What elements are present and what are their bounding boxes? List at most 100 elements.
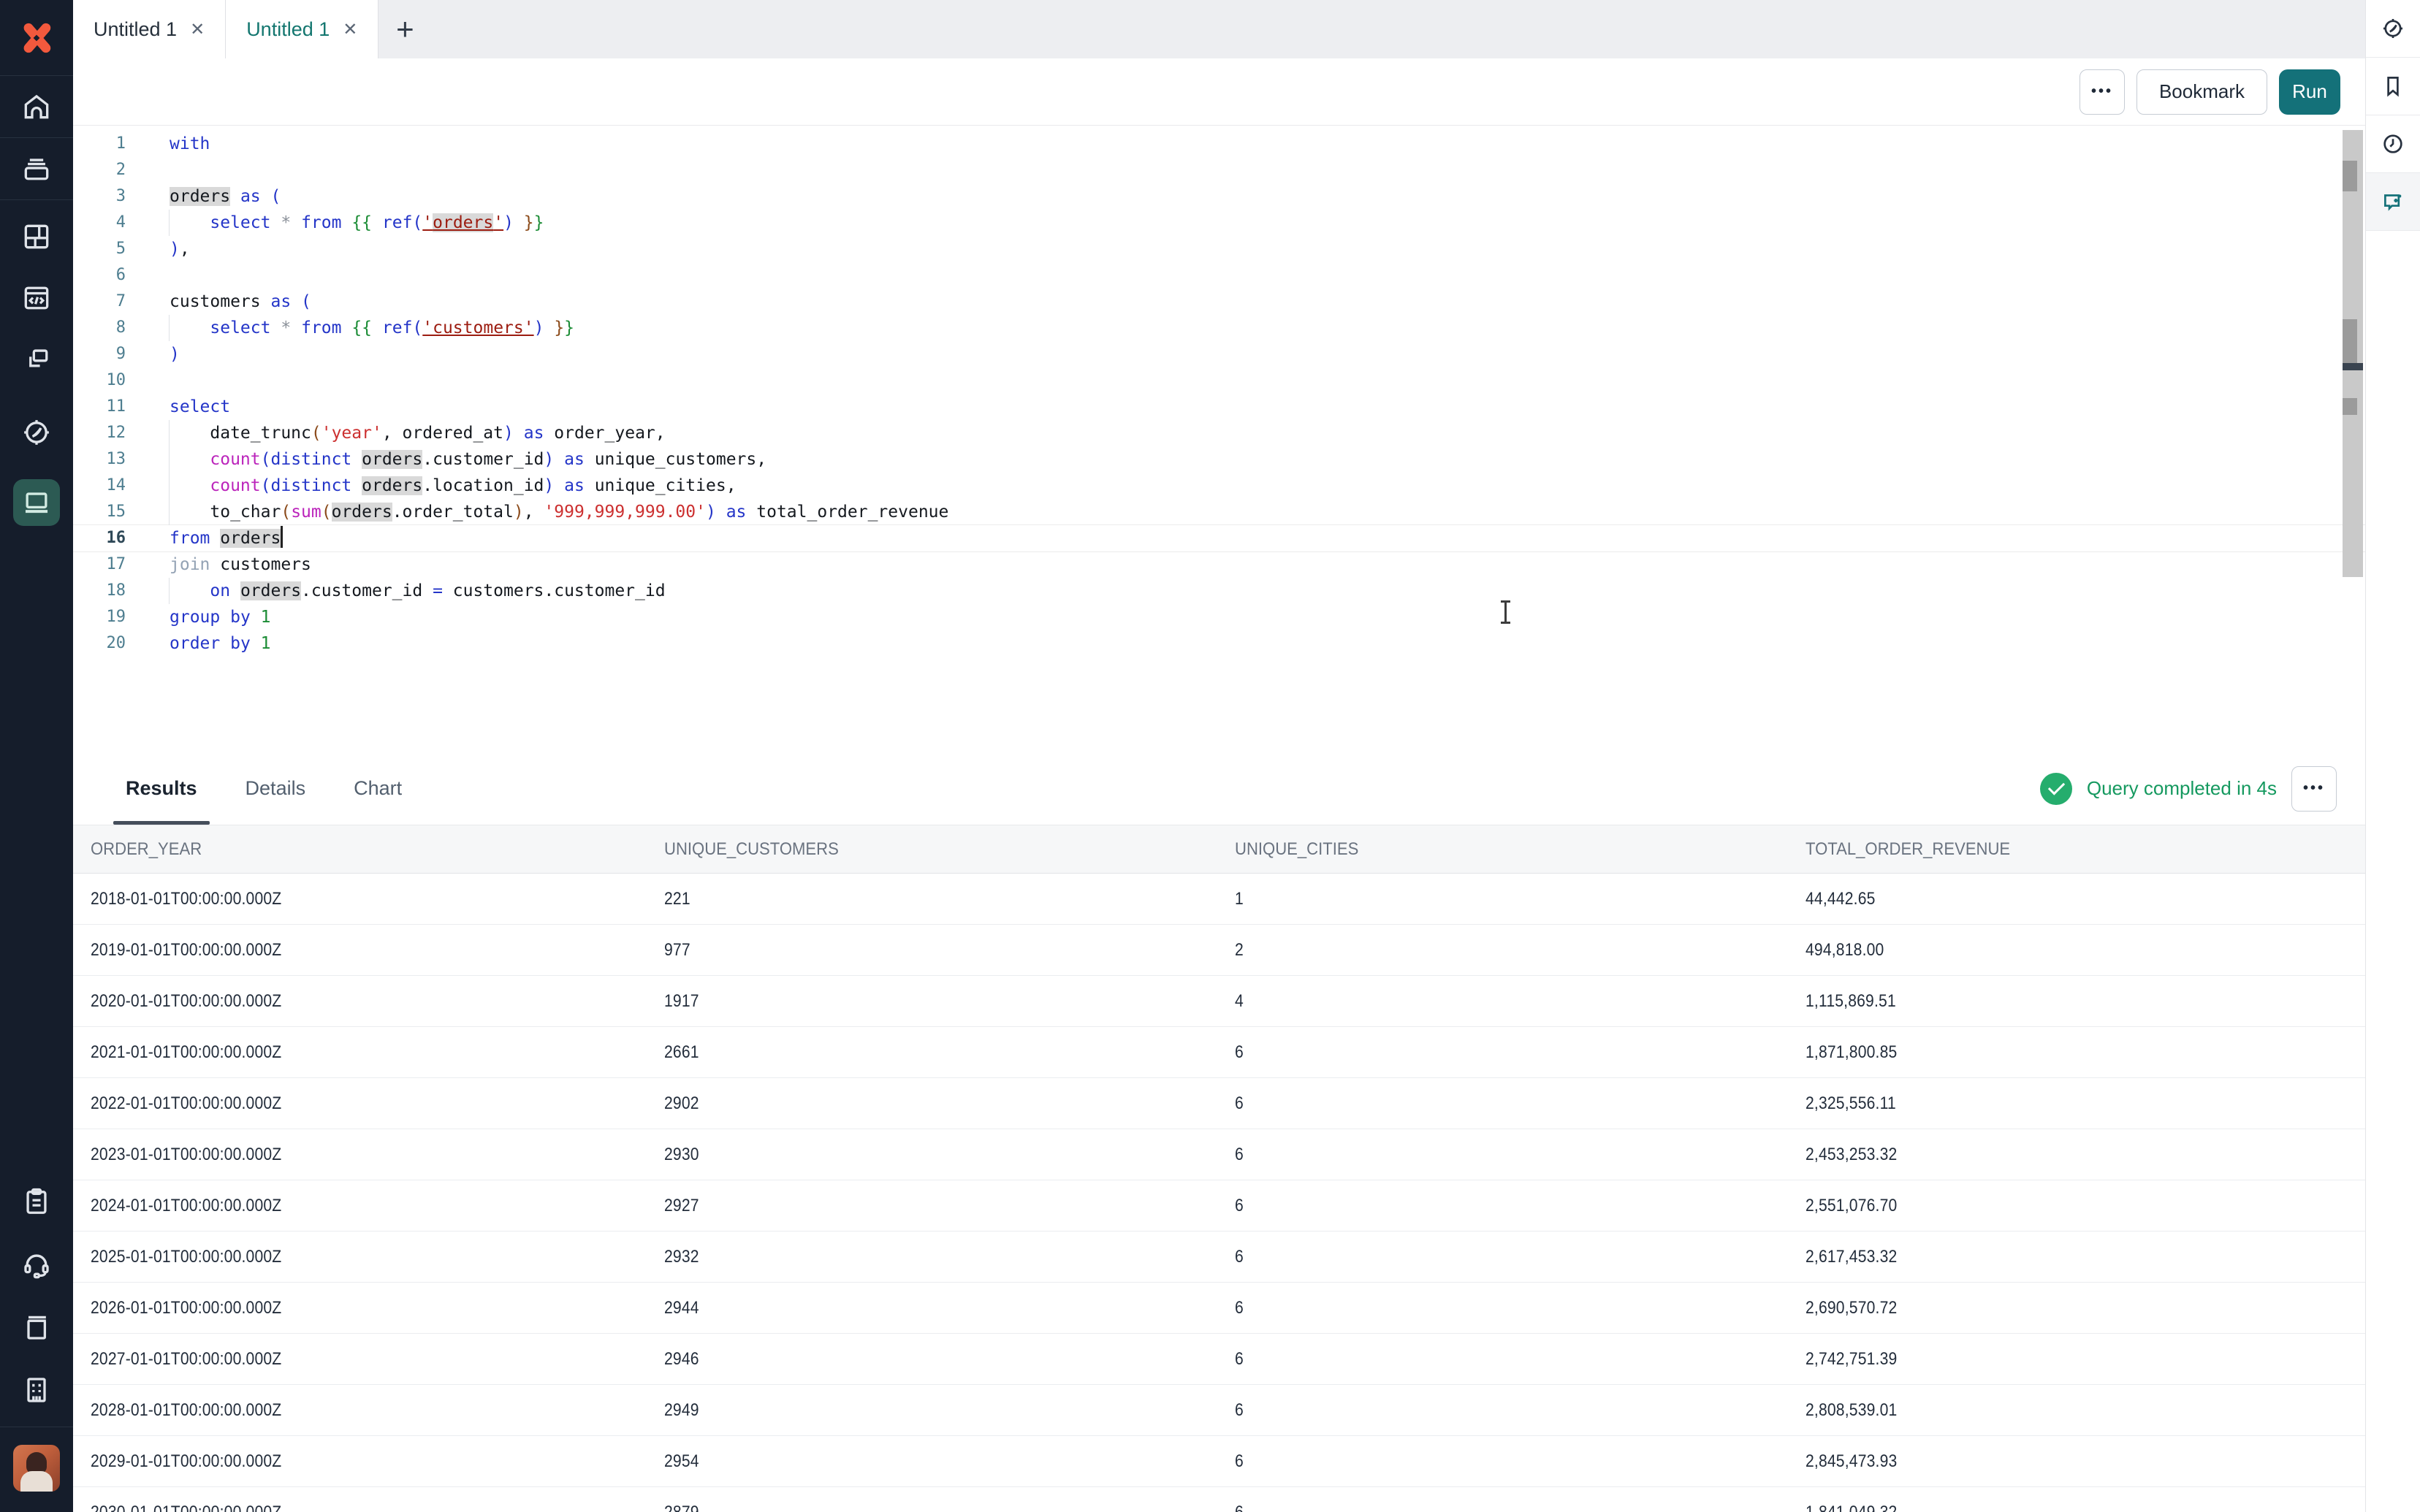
sidebar-item-docs[interactable] [20, 1311, 53, 1343]
table-cell: 6 [1217, 1078, 1788, 1129]
tab-results[interactable]: Results [113, 752, 210, 825]
ai-chat-sparkle-icon [2381, 189, 2405, 214]
right-item-ai-chat[interactable] [2366, 173, 2420, 231]
sidebar-item-dashboard[interactable] [20, 221, 53, 253]
code-window-icon [20, 282, 53, 314]
table-row[interactable]: 2019-01-01T00:00:00.000Z9772494,818.00 [73, 925, 2365, 976]
line-number: 13 [73, 446, 126, 473]
table-row[interactable]: 2027-01-01T00:00:00.000Z294662,742,751.3… [73, 1334, 2365, 1385]
code-line[interactable]: 18 on orders.customer_id = customers.cus… [73, 578, 2365, 604]
code-text: date_trunc('year', ordered_at) as order_… [170, 420, 666, 446]
table-cell: 1,871,800.85 [1788, 1027, 2359, 1077]
line-number: 15 [73, 499, 126, 525]
code-text: join customers [170, 551, 311, 578]
sidebar-item-support[interactable] [20, 1248, 53, 1280]
code-line[interactable]: 9) [73, 341, 2365, 367]
right-item-bookmarks[interactable] [2366, 58, 2420, 115]
table-cell: 6 [1217, 1129, 1788, 1180]
run-button[interactable]: Run [2279, 69, 2340, 115]
sql-editor[interactable]: 1 with 23orders as (4 select * from {{ ref… [73, 126, 2365, 752]
line-number: 11 [73, 394, 126, 420]
table-row[interactable]: 2028-01-01T00:00:00.000Z294962,808,539.0… [73, 1385, 2365, 1436]
code-line[interactable]: 5), [73, 236, 2365, 262]
table-cell: 6 [1217, 1283, 1788, 1333]
table-row[interactable]: 2024-01-01T00:00:00.000Z292762,551,076.7… [73, 1180, 2365, 1232]
code-line[interactable]: 8 select * from {{ ref('customers') }} [73, 315, 2365, 341]
table-row[interactable]: 2029-01-01T00:00:00.000Z295462,845,473.9… [73, 1436, 2365, 1487]
code-line[interactable]: 4 select * from {{ ref('orders') }} [73, 210, 2365, 236]
table-row[interactable]: 2022-01-01T00:00:00.000Z290262,325,556.1… [73, 1078, 2365, 1129]
code-line[interactable]: 6 [73, 262, 2365, 289]
tab-untitled-1[interactable]: Untitled 1 ✕ [73, 0, 226, 58]
code-line[interactable]: 13 count(distinct orders.customer_id) as… [73, 446, 2365, 473]
column-header[interactable]: UNIQUE_CITIES [1217, 825, 1788, 873]
tab-chart[interactable]: Chart [341, 752, 414, 825]
headset-icon [20, 1248, 53, 1280]
sidebar-item-components[interactable] [20, 343, 53, 375]
results-more-button[interactable]: ••• [2291, 766, 2337, 812]
editor-overview-ruler[interactable] [2343, 130, 2363, 577]
code-line[interactable]: 12 date_trunc('year', ordered_at) as ord… [73, 420, 2365, 446]
tab-details[interactable]: Details [233, 752, 319, 825]
code-line[interactable]: 17join customers [73, 551, 2365, 578]
notebook-icon [20, 1311, 53, 1343]
table-cell: 6 [1217, 1232, 1788, 1282]
line-number: 2 [73, 157, 126, 183]
table-cell: 2 [1217, 925, 1788, 975]
table-cell: 2027-01-01T00:00:00.000Z [73, 1334, 647, 1384]
table-row[interactable]: 2018-01-01T00:00:00.000Z221144,442.65 [73, 874, 2365, 925]
code-line[interactable]: 10 [73, 367, 2365, 394]
table-cell: 2022-01-01T00:00:00.000Z [73, 1078, 647, 1129]
table-row[interactable]: 2021-01-01T00:00:00.000Z266161,871,800.8… [73, 1027, 2365, 1078]
table-cell: 2025-01-01T00:00:00.000Z [73, 1232, 647, 1282]
code-text: with [170, 131, 210, 157]
code-line[interactable]: 15 to_char(sum(orders.order_total), '999… [73, 499, 2365, 525]
column-header[interactable]: TOTAL_ORDER_REVENUE [1788, 825, 2359, 873]
right-item-explore[interactable] [2366, 0, 2420, 58]
code-line[interactable]: 14 count(distinct orders.location_id) as… [73, 473, 2365, 499]
sidebar-item-collections[interactable] [0, 138, 73, 200]
column-header[interactable]: UNIQUE_CUSTOMERS [647, 825, 1217, 873]
close-icon[interactable]: ✕ [343, 19, 357, 40]
code-line[interactable]: 19group by 1 [73, 604, 2365, 630]
user-avatar[interactable] [13, 1445, 60, 1492]
hex-logo[interactable] [0, 0, 73, 76]
code-text: group by 1 [170, 604, 271, 630]
table-cell: 2902 [647, 1078, 1217, 1129]
table-row[interactable]: 2030-01-01T00:00:00.000Z287961,841,049.3… [73, 1487, 2365, 1512]
main-area: Untitled 1 ✕ Untitled 1 ✕ + ••• Bookmark… [73, 0, 2365, 1512]
table-row[interactable]: 2026-01-01T00:00:00.000Z294462,690,570.7… [73, 1283, 2365, 1334]
query-status: Query completed in 4s ••• [2040, 766, 2365, 812]
sidebar-item-organization[interactable] [20, 1374, 53, 1406]
code-line[interactable]: 11select [73, 394, 2365, 420]
tab-untitled-2[interactable]: Untitled 1 ✕ [226, 0, 378, 58]
code-line[interactable]: 16from orders [73, 525, 2365, 551]
table-row[interactable]: 2023-01-01T00:00:00.000Z293062,453,253.3… [73, 1129, 2365, 1180]
sidebar-item-code-browser[interactable] [20, 282, 53, 314]
code-line[interactable]: 3orders as ( [73, 183, 2365, 210]
hex-logo-icon [20, 22, 53, 54]
table-cell: 2030-01-01T00:00:00.000Z [73, 1487, 647, 1512]
table-cell: 1 [1217, 874, 1788, 924]
bookmark-button[interactable]: Bookmark [2136, 69, 2267, 115]
right-item-history[interactable] [2366, 115, 2420, 173]
sidebar-item-app-builder-active[interactable] [13, 479, 60, 526]
sidebar-item-home[interactable] [0, 76, 73, 138]
code-line[interactable]: 7customers as ( [73, 289, 2365, 315]
table-row[interactable]: 2025-01-01T00:00:00.000Z293262,617,453.3… [73, 1232, 2365, 1283]
table-cell: 2946 [647, 1334, 1217, 1384]
text-caret [281, 526, 283, 548]
table-row[interactable]: 2020-01-01T00:00:00.000Z191741,115,869.5… [73, 976, 2365, 1027]
code-line[interactable]: 1 with [73, 131, 2365, 157]
code-line[interactable]: 2 [73, 157, 2365, 183]
new-tab-button[interactable]: + [378, 0, 431, 58]
close-icon[interactable]: ✕ [190, 19, 205, 40]
sidebar-bottom-group [20, 1185, 53, 1406]
more-options-button[interactable]: ••• [2080, 69, 2125, 115]
line-number: 1 [73, 131, 126, 157]
code-line[interactable]: 20order by 1 [73, 630, 2365, 657]
sidebar-item-changelog[interactable] [20, 1185, 53, 1218]
column-header[interactable]: ORDER_YEAR [73, 825, 647, 873]
sidebar-item-explore[interactable] [20, 416, 53, 448]
line-number: 3 [73, 183, 126, 210]
